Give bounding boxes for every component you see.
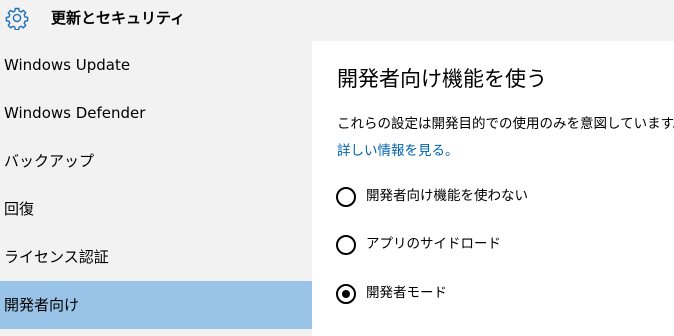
radio-button[interactable] [336, 187, 356, 207]
title-bar: 更新とセキュリティ [0, 0, 674, 41]
sidebar-item-windows-update[interactable]: Windows Update [0, 41, 312, 89]
sidebar-item-label: 回復 [4, 200, 35, 218]
sidebar-item-label: 開発者向け [4, 296, 80, 314]
sidebar-item-activation[interactable]: ライセンス認証 [0, 233, 312, 281]
sidebar-item-windows-defender[interactable]: Windows Defender [0, 89, 312, 137]
sidebar-item-backup[interactable]: バックアップ [0, 137, 312, 185]
sidebar: Windows Update Windows Defender バックアップ 回… [0, 41, 312, 336]
radio-label: 開発者向け機能を使わない [366, 188, 528, 204]
radio-label: 開発者モード [366, 285, 447, 301]
main-content: 開発者向け機能を使う これらの設定は開発目的での使用のみを意図しています。 詳し… [312, 41, 674, 336]
sidebar-item-label: バックアップ [4, 152, 95, 170]
sidebar-item-label: Windows Update [4, 56, 131, 74]
page-title: 開発者向け機能を使う [337, 67, 547, 91]
sidebar-item-label: Windows Defender [4, 104, 146, 122]
radio-button[interactable] [336, 235, 356, 255]
radio-label: アプリのサイドロード [366, 236, 501, 252]
radio-selected-dot [342, 290, 350, 298]
description-text: これらの設定は開発目的での使用のみを意図しています。 [337, 116, 674, 132]
radio-button-checked[interactable] [336, 284, 356, 304]
page-section-title: 更新とセキュリティ [51, 9, 186, 27]
learn-more-link[interactable]: 詳しい情報を見る。 [337, 141, 459, 161]
gear-icon[interactable] [5, 6, 29, 30]
sidebar-item-recovery[interactable]: 回復 [0, 185, 312, 233]
sidebar-item-label: ライセンス認証 [4, 248, 109, 266]
sidebar-item-for-developers[interactable]: 開発者向け [0, 281, 312, 329]
